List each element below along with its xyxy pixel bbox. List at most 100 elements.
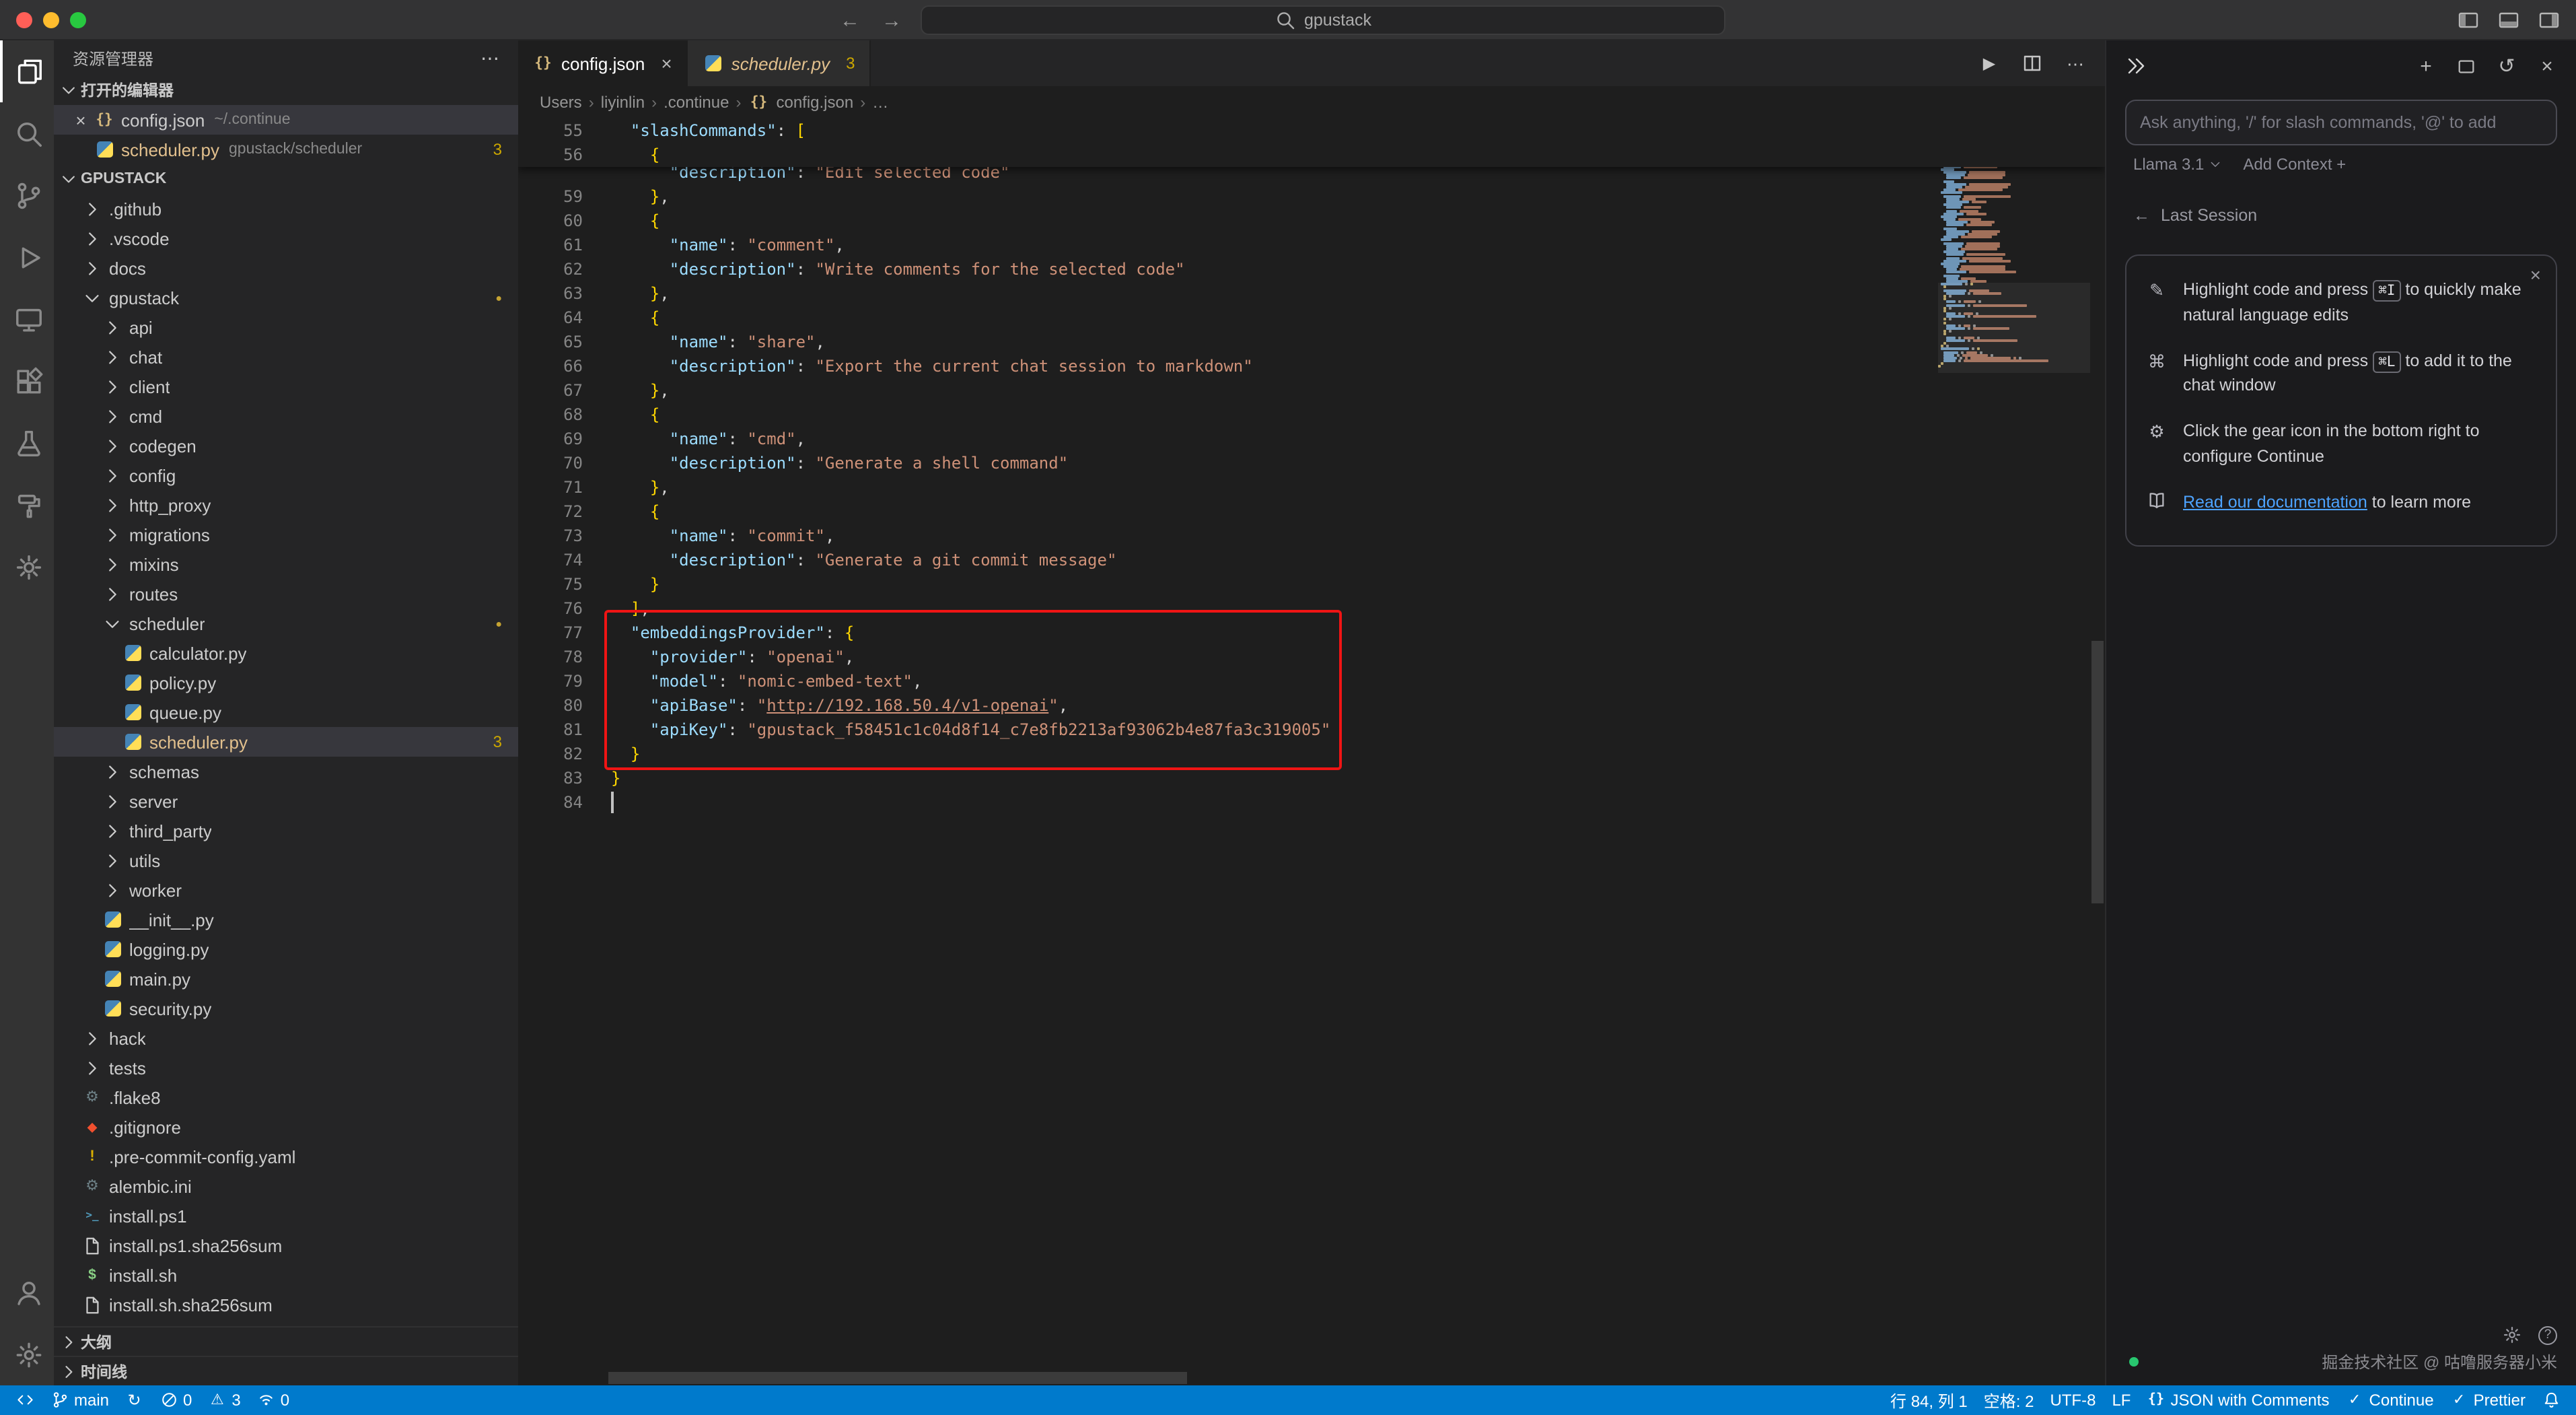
activity-accounts[interactable] [0,1262,54,1323]
tree-item-chat[interactable]: chat [54,342,518,372]
open-full-screen-icon[interactable] [2456,56,2476,76]
project-section-header[interactable]: GPUSTACK [54,164,518,194]
code-editor[interactable]: 59 },60 {61 "name": "comment",62 "descri… [518,118,2105,1385]
status-cursor-position[interactable]: 行 84, 列 1 [1882,1385,1976,1415]
minimize-window-button[interactable] [43,12,59,28]
forward-button[interactable]: → [882,9,902,32]
activity-remote-explorer[interactable] [0,288,54,350]
status-git-sync[interactable]: ↻ [117,1385,151,1415]
status-errors[interactable]: 0 [151,1385,200,1415]
status-encoding[interactable]: UTF-8 [2042,1385,2104,1415]
toggle-panel-icon[interactable] [2498,9,2519,31]
toggle-secondary-sidebar-icon[interactable] [2538,9,2560,31]
tree-item-security.py[interactable]: security.py [54,994,518,1023]
tree-item-.github[interactable]: .github [54,194,518,223]
model-selector[interactable]: Llama 3.1 [2133,155,2221,174]
tree-item-hack[interactable]: hack [54,1023,518,1053]
tree-item-logging.py[interactable]: logging.py [54,934,518,964]
status-continue-status[interactable]: ✓Continue [2338,1385,2442,1415]
tree-item-policy.py[interactable]: policy.py [54,668,518,697]
status-ports[interactable]: 0 [249,1385,297,1415]
status-eol[interactable]: LF [2104,1385,2139,1415]
activity-manage[interactable] [0,1323,54,1385]
tab-config.json[interactable]: {}config.json× [518,40,688,86]
close-icon[interactable]: × [70,110,92,130]
history-icon[interactable]: ↺ [2497,56,2517,76]
split-editor-icon[interactable] [2022,53,2043,74]
tree-item-routes[interactable]: routes [54,579,518,609]
activity-run-and-debug[interactable] [0,226,54,288]
open-editors-section-header[interactable]: 打开的编辑器 [54,75,518,105]
activity-extensions[interactable] [0,350,54,412]
zoom-window-button[interactable] [70,12,86,28]
help-icon[interactable]: ? [2538,1325,2557,1344]
tree-item-.pre-commit-config.yaml[interactable]: !.pre-commit-config.yaml [54,1142,518,1171]
status-prettier-status[interactable]: ✓Prettier [2442,1385,2534,1415]
tree-item-config[interactable]: config [54,460,518,490]
horizontal-scrollbar[interactable] [608,1372,1187,1384]
breadcrumb-item[interactable]: .continue [664,93,729,112]
tree-item-.flake8[interactable]: ⚙.flake8 [54,1082,518,1112]
tree-item-queue.py[interactable]: queue.py [54,697,518,727]
tree-item-worker[interactable]: worker [54,875,518,905]
tree-item-tests[interactable]: tests [54,1053,518,1082]
status-warnings[interactable]: ⚠3 [200,1385,248,1415]
tree-item-install.sh.sha256sum[interactable]: install.sh.sha256sum [54,1290,518,1319]
new-session-icon[interactable]: + [2416,56,2436,76]
tree-item-client[interactable]: client [54,372,518,401]
run-icon[interactable]: ▶ [1978,53,2000,74]
activity-testing[interactable] [0,412,54,474]
close-panel-icon[interactable]: × [2537,56,2557,76]
tree-item-cmd[interactable]: cmd [54,401,518,431]
toggle-primary-sidebar-icon[interactable] [2458,9,2479,31]
more-actions-icon[interactable]: ⋯ [2065,53,2086,74]
minimap-slider[interactable] [1938,283,2090,373]
tree-item-schemas[interactable]: schemas [54,757,518,786]
breadcrumb-item[interactable]: … [872,93,888,112]
activity-explorer[interactable] [0,40,54,102]
tree-item-utils[interactable]: utils [54,845,518,875]
tree-item-alembic.ini[interactable]: ⚙alembic.ini [54,1171,518,1201]
tree-item-server[interactable]: server [54,786,518,816]
activity-search[interactable] [0,102,54,164]
vertical-scrollbar[interactable] [2091,641,2104,903]
last-session-link[interactable]: ← Last Session [2133,206,2549,225]
close-tab-icon[interactable]: × [661,53,672,74]
documentation-link[interactable]: Read our documentation [2183,492,2367,511]
tree-item-install.ps1[interactable]: >_install.ps1 [54,1201,518,1231]
tree-item-api[interactable]: api [54,312,518,342]
tree-item-calculator.py[interactable]: calculator.py [54,638,518,668]
tree-item-gpustack[interactable]: gpustack● [54,283,518,312]
tree-item-scheduler[interactable]: scheduler● [54,609,518,638]
activity-settings-tools[interactable] [0,536,54,598]
chat-input[interactable]: Ask anything, '/' for slash commands, '@… [2125,100,2557,145]
outline-section-header[interactable]: 大纲 [54,1326,518,1356]
tree-item-main.py[interactable]: main.py [54,964,518,994]
breadcrumb-item[interactable]: liyinlin [601,93,645,112]
tab-scheduler.py[interactable]: scheduler.py3 [688,40,871,86]
breadcrumb-item[interactable]: config.json [776,93,853,112]
close-window-button[interactable] [16,12,32,28]
add-context-button[interactable]: Add Context + [2243,155,2346,174]
close-icon[interactable]: × [2530,264,2541,285]
tree-item-.gitignore[interactable]: ◆.gitignore [54,1112,518,1142]
status-remote-indicator[interactable] [8,1385,42,1415]
tree-item-install.sh[interactable]: $install.sh [54,1260,518,1290]
tree-item-codegen[interactable]: codegen [54,431,518,460]
status-language-mode[interactable]: {}JSON with Comments [2139,1385,2337,1415]
tree-item-install.ps1.sha256sum[interactable]: install.ps1.sha256sum [54,1231,518,1260]
tree-item-.vscode[interactable]: .vscode [54,223,518,253]
activity-source-control[interactable] [0,164,54,226]
status-git-branch[interactable]: main [42,1385,117,1415]
breadcrumb-item[interactable]: Users [540,93,582,112]
open-editor-config.json[interactable]: ×{}config.json~/.continue [54,105,518,135]
tree-item-http_proxy[interactable]: http_proxy [54,490,518,520]
gear-icon[interactable] [2502,1325,2522,1345]
command-center[interactable]: gpustack [921,5,1725,35]
tree-item-__init__.py[interactable]: __init__.py [54,905,518,934]
more-actions-icon[interactable]: ⋯ [480,46,499,69]
tree-item-scheduler.py[interactable]: scheduler.py3 [54,727,518,757]
back-button[interactable]: ← [840,9,860,32]
timeline-section-header[interactable]: 时间线 [54,1356,518,1385]
tree-item-third_party[interactable]: third_party [54,816,518,845]
